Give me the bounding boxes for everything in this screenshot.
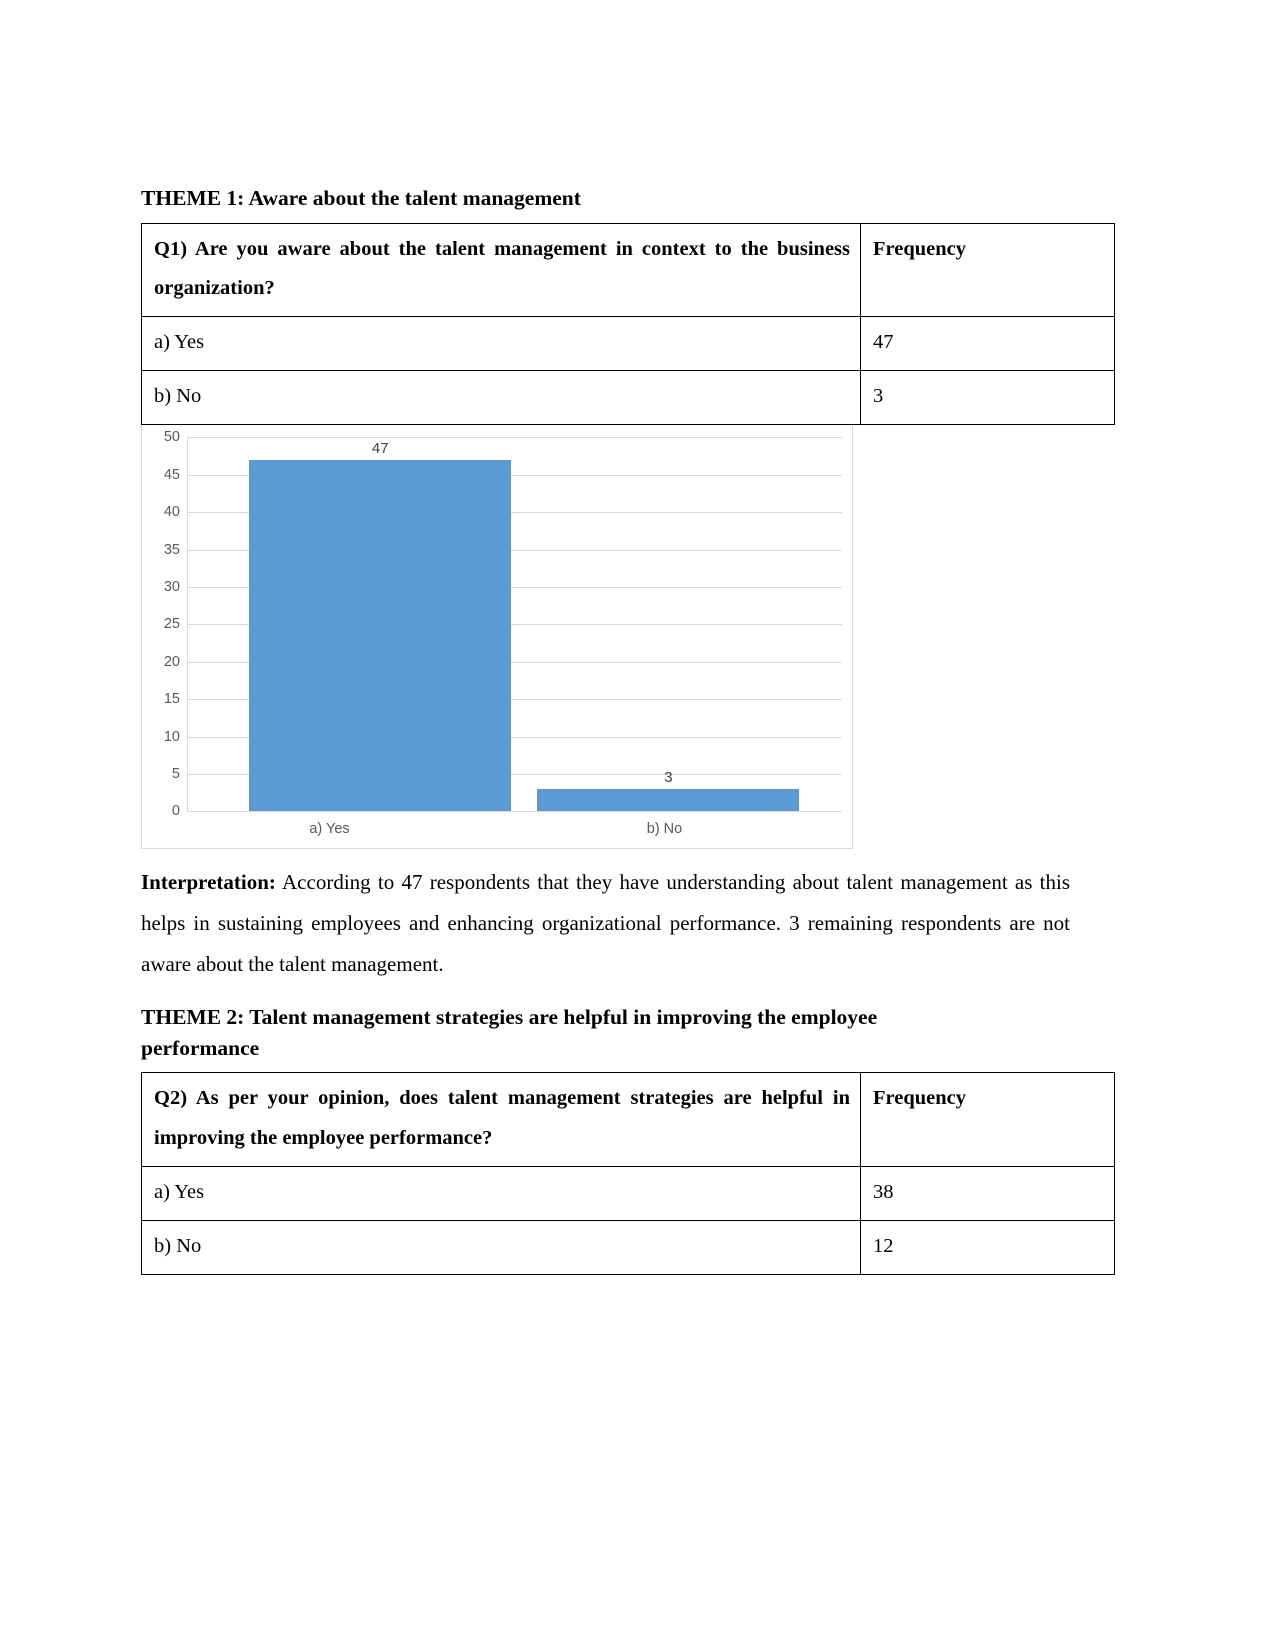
document-content: THEME 1: Aware about the talent manageme…	[141, 183, 1115, 1276]
table-row-header: Q2) As per your opinion, does talent man…	[141, 1072, 1115, 1168]
question-2-text: Q2) As per your opinion, does talent man…	[154, 1087, 850, 1150]
table-row: b) No 12	[141, 1220, 1115, 1276]
y-tick-label: 45	[163, 466, 180, 483]
theme-2-heading-line-1: THEME 2: Talent management strategies ar…	[141, 1005, 878, 1030]
interpretation-paragraph: Interpretation: According to 47 responde…	[141, 862, 1070, 985]
bar-slot-b-no: 3	[537, 437, 800, 812]
theme-1-heading: THEME 1: Aware about the talent manageme…	[141, 186, 581, 210]
table-row-header: Q1) Are you aware about the talent manag…	[141, 222, 1115, 318]
option-cell: a) Yes	[141, 316, 861, 372]
y-tick-label: 5	[171, 765, 180, 782]
question-1-bar-chart: 50 45 40 35 30 25 20 15 10 5 0 47 3 a) Y…	[141, 425, 853, 850]
y-tick-label: 30	[163, 578, 180, 595]
frequency-cell: 3	[860, 370, 1115, 426]
question-2-cell: Q2) As per your opinion, does talent man…	[141, 1072, 861, 1168]
chart-bars: 47 3	[187, 437, 842, 812]
table-row: a) Yes 47	[141, 316, 1115, 372]
gridline: 0	[172, 803, 842, 819]
theme-2-heading-line-2: performance	[141, 1035, 260, 1060]
x-axis-label-a-yes: a) Yes	[309, 821, 350, 838]
y-tick-label: 15	[163, 691, 180, 708]
y-tick-label: 10	[163, 728, 180, 745]
theme-2-heading: THEME 2: Talent management strategies ar…	[141, 1002, 1070, 1063]
question-2-table: Q2) As per your opinion, does talent man…	[141, 1072, 1115, 1276]
frequency-cell: 47	[860, 316, 1115, 372]
question-1-text: Q1) Are you aware about the talent manag…	[154, 237, 850, 300]
question-1-table: Q1) Are you aware about the talent manag…	[141, 222, 1115, 426]
frequency-header-cell-1: Frequency	[860, 222, 1115, 318]
frequency-cell: 12	[860, 1220, 1115, 1276]
bar-a-yes	[249, 459, 512, 812]
bar-b-no	[537, 788, 800, 812]
y-tick-label: 25	[163, 616, 180, 633]
interpretation-label: Interpretation:	[141, 870, 276, 895]
option-cell: a) Yes	[141, 1166, 861, 1222]
document-page: THEME 1: Aware about the talent manageme…	[0, 0, 1275, 1651]
y-tick-label: 20	[163, 653, 180, 670]
x-axis-label-b-no: b) No	[646, 821, 683, 838]
table-row: b) No 3	[141, 370, 1115, 426]
frequency-header-cell-2: Frequency	[860, 1072, 1115, 1168]
option-cell: b) No	[141, 370, 861, 426]
table-row: a) Yes 38	[141, 1166, 1115, 1222]
y-tick-label: 0	[171, 803, 180, 820]
chart-plot-area: 50 45 40 35 30 25 20 15 10 5 0 47 3	[164, 429, 842, 819]
bar-slot-a-yes: 47	[249, 437, 512, 812]
y-tick-label: 35	[163, 541, 180, 558]
bar-value-label: 3	[664, 768, 673, 786]
option-cell: b) No	[141, 1220, 861, 1276]
y-tick-label: 50	[163, 429, 180, 446]
interpretation-text: According to 47 respondents that they ha…	[141, 870, 1070, 977]
bar-value-label: 47	[371, 439, 389, 457]
question-1-cell: Q1) Are you aware about the talent manag…	[141, 222, 861, 318]
frequency-cell: 38	[860, 1166, 1115, 1222]
y-tick-label: 40	[163, 504, 180, 521]
